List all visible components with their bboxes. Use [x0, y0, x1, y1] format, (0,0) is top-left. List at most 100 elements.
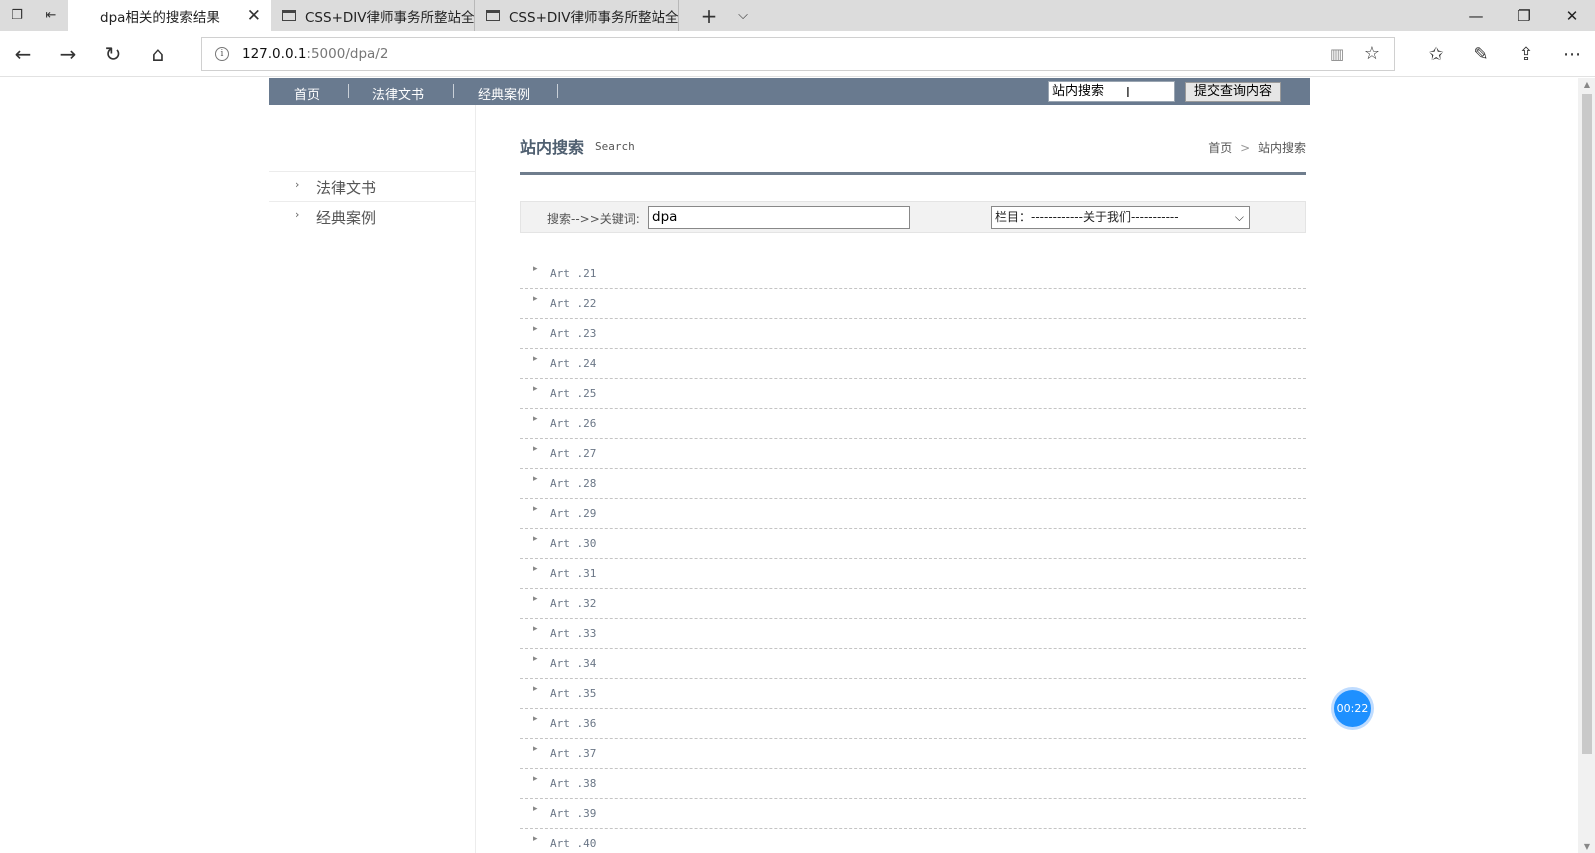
bullet-arrow-icon: ▸ [533, 504, 538, 514]
address-toolbar: ← → ↻ ⌂ i 127.0.0.1:5000/dpa/2 ▥ ☆ ✩ ✎ ⇪… [0, 31, 1595, 77]
set-aside-tabs-icon[interactable]: ⇤ [34, 0, 68, 31]
bullet-arrow-icon: ▸ [533, 384, 538, 394]
article-row: ▸ Art .25 [520, 379, 1306, 409]
bullet-arrow-icon: ▸ [533, 324, 538, 334]
tab-title: CSS+DIV律师事务所整站全: [305, 9, 475, 26]
article-list: ▸ Art .21 ▸ Art .22 ▸ Art .23 ▸ Art .24 ▸ Art .25… [520, 259, 1306, 853]
article-row: ▸ Art .32 [520, 589, 1306, 619]
article-link[interactable]: Art .26 [550, 417, 596, 430]
forward-icon[interactable]: → [52, 38, 84, 70]
article-link[interactable]: Art .25 [550, 387, 596, 400]
sidebar-item-legal-documents[interactable]: › 法律文书 [269, 171, 476, 201]
article-link[interactable]: Art .39 [550, 807, 596, 820]
tab-title: dpa相关的搜索结果 [100, 9, 220, 26]
bullet-arrow-icon: ▸ [533, 714, 538, 724]
bullet-arrow-icon: ▸ [533, 744, 538, 754]
article-row: ▸ Art .26 [520, 409, 1306, 439]
keyword-label: 搜索-->>关键词: [547, 212, 640, 226]
article-link[interactable]: Art .22 [550, 297, 596, 310]
chevron-right-icon: › [295, 178, 300, 191]
refresh-icon[interactable]: ↻ [97, 38, 129, 70]
keyword-input[interactable]: dpa [648, 206, 910, 229]
article-row: ▸ Art .31 [520, 559, 1306, 589]
url-input[interactable]: i 127.0.0.1:5000/dpa/2 ▥ ☆ [201, 37, 1395, 71]
home-icon[interactable]: ⌂ [142, 38, 174, 70]
article-row: ▸ Art .35 [520, 679, 1306, 709]
nav-classic-cases[interactable]: 经典案例 [478, 84, 530, 103]
site-search-input[interactable]: 站内搜索 [1048, 81, 1175, 102]
bullet-arrow-icon: ▸ [533, 264, 538, 274]
article-link[interactable]: Art .27 [550, 447, 596, 460]
article-row: ▸ Art .37 [520, 739, 1306, 769]
top-navigation: 首页 法律文书 经典案例 站内搜索 I 提交查询内容 [269, 78, 1310, 105]
browser-tab-bar: ❐ ⇤ dpa相关的搜索结果 ✕ CSS+DIV律师事务所整站全: CSS+DI… [0, 0, 1595, 31]
sidebar-item-label: 法律文书 [316, 179, 377, 197]
chevron-down-icon[interactable]: ⌵ [726, 0, 760, 31]
article-link[interactable]: Art .24 [550, 357, 596, 370]
breadcrumb-separator: > [1240, 141, 1251, 155]
bullet-arrow-icon: ▸ [533, 684, 538, 694]
article-link[interactable]: Art .37 [550, 747, 596, 760]
article-link[interactable]: Art .40 [550, 837, 596, 850]
article-link[interactable]: Art .30 [550, 537, 596, 550]
nav-separator [348, 84, 349, 98]
back-icon[interactable]: ← [7, 38, 39, 70]
article-link[interactable]: Art .23 [550, 327, 596, 340]
vertical-scrollbar[interactable]: ▲ ▼ [1578, 78, 1595, 853]
tab-law-firm-2[interactable]: CSS+DIV律师事务所整站全: [475, 0, 679, 31]
tab-search-results[interactable]: dpa相关的搜索结果 ✕ [68, 0, 271, 31]
submit-query-button[interactable]: 提交查询内容 [1185, 82, 1281, 102]
share-icon[interactable]: ⇪ [1509, 38, 1543, 70]
article-row: ▸ Art .23 [520, 319, 1306, 349]
nav-legal-documents[interactable]: 法律文书 [372, 84, 424, 103]
scroll-thumb[interactable] [1582, 94, 1592, 754]
chevron-right-icon: › [295, 208, 300, 221]
article-link[interactable]: Art .28 [550, 477, 596, 490]
tab-actions-icon[interactable]: ❐ [0, 0, 34, 31]
chevron-down-icon: ⌵ [1234, 210, 1244, 224]
page-subtitle: Search [595, 140, 635, 153]
scroll-down-icon[interactable]: ▼ [1582, 842, 1592, 851]
article-link[interactable]: Art .29 [550, 507, 596, 520]
minimize-icon[interactable]: — [1453, 0, 1499, 31]
sidebar-item-classic-cases[interactable]: › 经典案例 [269, 201, 476, 231]
article-link[interactable]: Art .21 [550, 267, 596, 280]
scroll-up-icon[interactable]: ▲ [1582, 80, 1592, 89]
nav-separator [557, 84, 558, 98]
favorites-icon[interactable]: ✩ [1419, 38, 1453, 70]
info-icon[interactable]: i [215, 47, 229, 61]
article-link[interactable]: Art .32 [550, 597, 596, 610]
text-cursor-icon: I [1126, 86, 1130, 101]
bullet-arrow-icon: ▸ [533, 474, 538, 484]
breadcrumb: 首页 > 站内搜索 [1208, 139, 1306, 156]
article-row: ▸ Art .33 [520, 619, 1306, 649]
notes-pen-icon[interactable]: ✎ [1464, 38, 1498, 70]
bullet-arrow-icon: ▸ [533, 774, 538, 784]
article-link[interactable]: Art .38 [550, 777, 596, 790]
tab-title: CSS+DIV律师事务所整站全: [509, 9, 679, 26]
close-icon[interactable]: ✕ [247, 6, 261, 26]
column-select[interactable]: 栏目：------------关于我们----------- ⌵ [991, 206, 1250, 229]
more-menu-icon[interactable]: ⋯ [1555, 38, 1589, 70]
new-tab-icon[interactable]: + [692, 0, 726, 31]
breadcrumb-home[interactable]: 首页 [1208, 141, 1232, 155]
reading-view-icon[interactable]: ▥ [1330, 45, 1344, 63]
article-link[interactable]: Art .33 [550, 627, 596, 640]
restore-icon[interactable]: ❐ [1501, 0, 1547, 31]
article-link[interactable]: Art .34 [550, 657, 596, 670]
page-title: 站内搜索 [520, 138, 585, 157]
article-link[interactable]: Art .36 [550, 717, 596, 730]
article-row: ▸ Art .39 [520, 799, 1306, 829]
timer-badge[interactable]: 00:22 [1334, 690, 1371, 727]
favorite-star-icon[interactable]: ☆ [1364, 43, 1380, 64]
bullet-arrow-icon: ▸ [533, 834, 538, 844]
article-row: ▸ Art .29 [520, 499, 1306, 529]
article-row: ▸ Art .27 [520, 439, 1306, 469]
article-row: ▸ Art .24 [520, 349, 1306, 379]
tab-law-firm-1[interactable]: CSS+DIV律师事务所整站全: [271, 0, 475, 31]
article-link[interactable]: Art .31 [550, 567, 596, 580]
article-link[interactable]: Art .35 [550, 687, 596, 700]
close-window-icon[interactable]: ✕ [1549, 0, 1595, 31]
bullet-arrow-icon: ▸ [533, 414, 538, 424]
nav-home[interactable]: 首页 [294, 84, 320, 103]
